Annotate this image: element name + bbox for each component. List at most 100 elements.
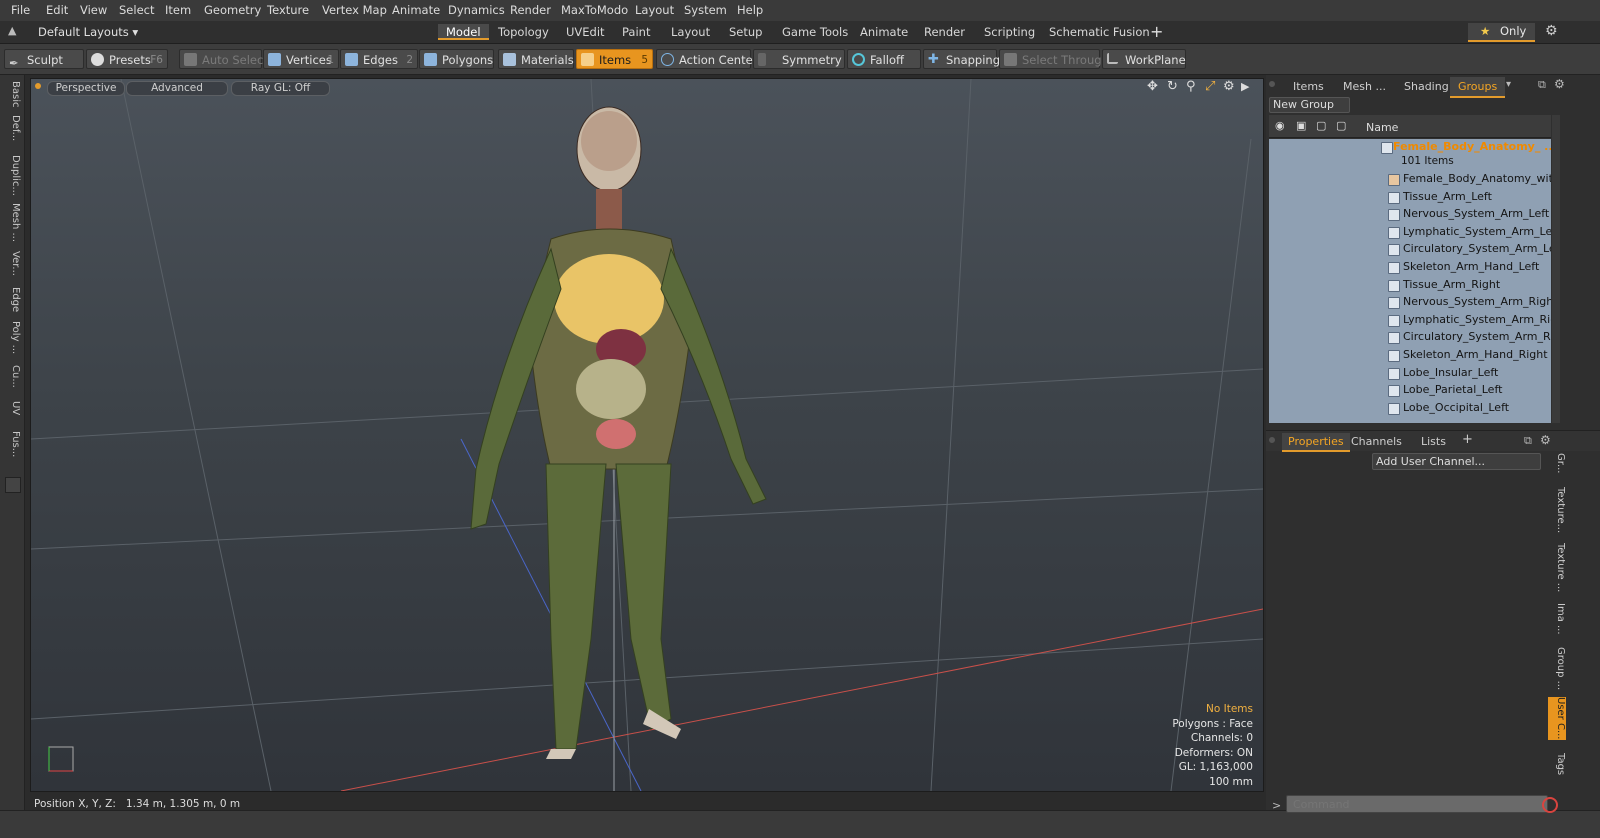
popout-icon[interactable]: ⧉: [1538, 78, 1546, 92]
tab-properties[interactable]: Properties: [1282, 433, 1350, 452]
menu-edit[interactable]: Edit: [46, 3, 68, 17]
list-item[interactable]: Nervous_System_Arm_Left: [1269, 205, 1551, 223]
perspective-button[interactable]: Perspective: [47, 81, 125, 96]
sculpt-button[interactable]: ✒ Sculpt: [4, 49, 84, 70]
layout-dropdown[interactable]: Default Layouts ▾: [38, 25, 138, 39]
symmetry-button[interactable]: Symmetry: [753, 49, 845, 69]
expand-right-icon[interactable]: ▶: [1241, 80, 1249, 93]
list-item[interactable]: Nervous_System_Arm_Right: [1269, 293, 1551, 311]
menu-layout[interactable]: Layout: [635, 3, 674, 17]
props-menu-dot-icon[interactable]: [1269, 437, 1275, 443]
tab-game-tools[interactable]: Game Tools: [774, 24, 856, 40]
menu-texture[interactable]: Texture: [267, 3, 309, 17]
tab-groups[interactable]: Groups: [1450, 77, 1506, 98]
list-item[interactable]: Tissue_Arm_Right: [1269, 276, 1551, 294]
name-column-header[interactable]: Name: [1366, 121, 1398, 134]
materials-button[interactable]: Materials: [498, 49, 574, 69]
ray-gl-button[interactable]: Ray GL: Off: [231, 81, 330, 96]
left-tab-fusion[interactable]: Fus...: [3, 431, 21, 457]
group-list-scrollbar[interactable]: [1552, 115, 1560, 423]
left-tab-def[interactable]: Def...: [3, 115, 21, 141]
render-column-icon[interactable]: ▢: [1316, 119, 1326, 132]
menu-system[interactable]: System: [684, 3, 727, 17]
action-center-button[interactable]: Action Center: [656, 49, 757, 69]
select-through-button[interactable]: Select Through: [999, 49, 1109, 69]
tab-mesh[interactable]: Mesh ...: [1343, 80, 1386, 93]
tab-lists[interactable]: Lists: [1421, 435, 1446, 448]
select-column-icon[interactable]: ▢: [1336, 119, 1346, 132]
new-group-button[interactable]: New Group: [1269, 97, 1350, 113]
list-item[interactable]: Lymphatic_System_Arm_Right: [1269, 311, 1551, 329]
command-input[interactable]: [1286, 795, 1548, 813]
advanced-button[interactable]: Advanced: [126, 81, 228, 96]
zoom-icon[interactable]: ⚲: [1186, 79, 1196, 94]
tab-channels[interactable]: Channels: [1351, 435, 1402, 448]
only-button[interactable]: ★ Only: [1468, 23, 1535, 42]
list-item[interactable]: Lobe_Parietal_Left: [1269, 381, 1551, 399]
collapse-icon[interactable]: ▲: [8, 24, 16, 37]
side-tab-tags[interactable]: Tags: [1548, 753, 1566, 775]
list-item[interactable]: Skeleton_Arm_Hand_Right: [1269, 346, 1551, 364]
list-item[interactable]: Circulatory_System_Arm_Left: [1269, 240, 1551, 258]
polygons-button[interactable]: Polygons: [419, 49, 494, 69]
falloff-button[interactable]: Falloff: [847, 49, 921, 69]
left-tab-uv[interactable]: UV: [3, 401, 21, 415]
menu-animate[interactable]: Animate: [392, 3, 440, 17]
visibility-column-icon[interactable]: ◉: [1275, 119, 1285, 132]
tab-paint[interactable]: Paint: [614, 24, 658, 40]
menu-dynamics[interactable]: Dynamics: [448, 3, 505, 17]
menu-select[interactable]: Select: [119, 3, 154, 17]
tab-layout[interactable]: Layout: [663, 24, 718, 40]
list-item[interactable]: Tissue_Arm_Left: [1269, 188, 1551, 206]
presets-button[interactable]: Presets F6: [86, 49, 168, 69]
edges-button[interactable]: Edges 2: [340, 49, 418, 69]
snapping-button[interactable]: ✚ Snapping: [923, 49, 1000, 69]
maximize-icon[interactable]: ⤢: [1205, 79, 1215, 94]
list-item[interactable]: Lymphatic_System_Arm_Left: [1269, 223, 1551, 241]
menu-maxtomodo[interactable]: MaxToModo: [561, 3, 628, 17]
menu-view[interactable]: View: [80, 3, 107, 17]
panel-gear-icon[interactable]: ⚙: [1554, 77, 1565, 91]
menu-item[interactable]: Item: [165, 3, 191, 17]
left-tab-basic[interactable]: Basic: [3, 81, 21, 107]
side-tab-group[interactable]: Group ...: [1548, 647, 1566, 690]
panel-menu-dot-icon[interactable]: [1269, 81, 1275, 87]
tabs-chevron-down-icon[interactable]: ▾: [1506, 79, 1511, 90]
menu-file[interactable]: File: [11, 3, 30, 17]
viewport-menu-dot-icon[interactable]: [35, 83, 41, 89]
left-tab-vertex[interactable]: Ver...: [3, 251, 21, 276]
tab-model[interactable]: Model: [438, 24, 489, 40]
side-tab-groups[interactable]: Gr...: [1548, 453, 1566, 473]
left-tab-edge[interactable]: Edge: [3, 287, 21, 312]
list-item[interactable]: Skeleton_Arm_Hand_Left: [1269, 258, 1551, 276]
anatomy-model[interactable]: [470, 106, 767, 759]
left-tab-duplicate[interactable]: Duplic...: [3, 155, 21, 196]
left-tab-poly[interactable]: Poly ...: [3, 321, 21, 354]
list-item[interactable]: Lobe_Insular_Left: [1269, 364, 1551, 382]
toggle-panel-button[interactable]: [5, 477, 21, 493]
add-props-tab-icon[interactable]: +: [1462, 432, 1473, 447]
group-row-main[interactable]: Female_Body_Anatomy_ ... 101 Items: [1269, 139, 1551, 169]
menu-render[interactable]: Render: [510, 3, 551, 17]
left-tab-curve[interactable]: Cu...: [3, 365, 21, 388]
list-item[interactable]: Circulatory_System_Arm_Ri ...: [1269, 328, 1551, 346]
vertices-button[interactable]: Vertices 1: [263, 49, 339, 69]
tab-items[interactable]: Items: [1293, 80, 1324, 93]
list-item[interactable]: Lobe_Occipital_Left: [1269, 399, 1551, 417]
workplane-button[interactable]: WorkPlane: [1102, 49, 1186, 69]
viewport-gear-icon[interactable]: ⚙: [1223, 79, 1235, 94]
menu-help[interactable]: Help: [737, 3, 763, 17]
tab-schematic-fusion[interactable]: Schematic Fusion: [1041, 24, 1158, 40]
lock-column-icon[interactable]: ▣: [1296, 119, 1306, 132]
tab-shading[interactable]: Shading: [1404, 80, 1449, 93]
side-tab-user-channels[interactable]: User C...: [1548, 697, 1566, 740]
3d-viewport[interactable]: Perspective Advanced Ray GL: Off ✥ ↻ ⚲ ⤢…: [30, 78, 1264, 792]
tab-topology[interactable]: Topology: [490, 24, 557, 40]
add-user-channel-button[interactable]: Add User Channel...: [1372, 453, 1541, 470]
props-popout-icon[interactable]: ⧉: [1524, 434, 1532, 448]
add-tab-button[interactable]: +: [1150, 22, 1163, 41]
tab-uvedit[interactable]: UVEdit: [558, 24, 613, 40]
side-tab-texture-2[interactable]: Texture ...: [1548, 543, 1566, 592]
side-tab-texture-1[interactable]: Texture...: [1548, 487, 1566, 533]
left-tab-mesh[interactable]: Mesh ...: [3, 203, 21, 242]
